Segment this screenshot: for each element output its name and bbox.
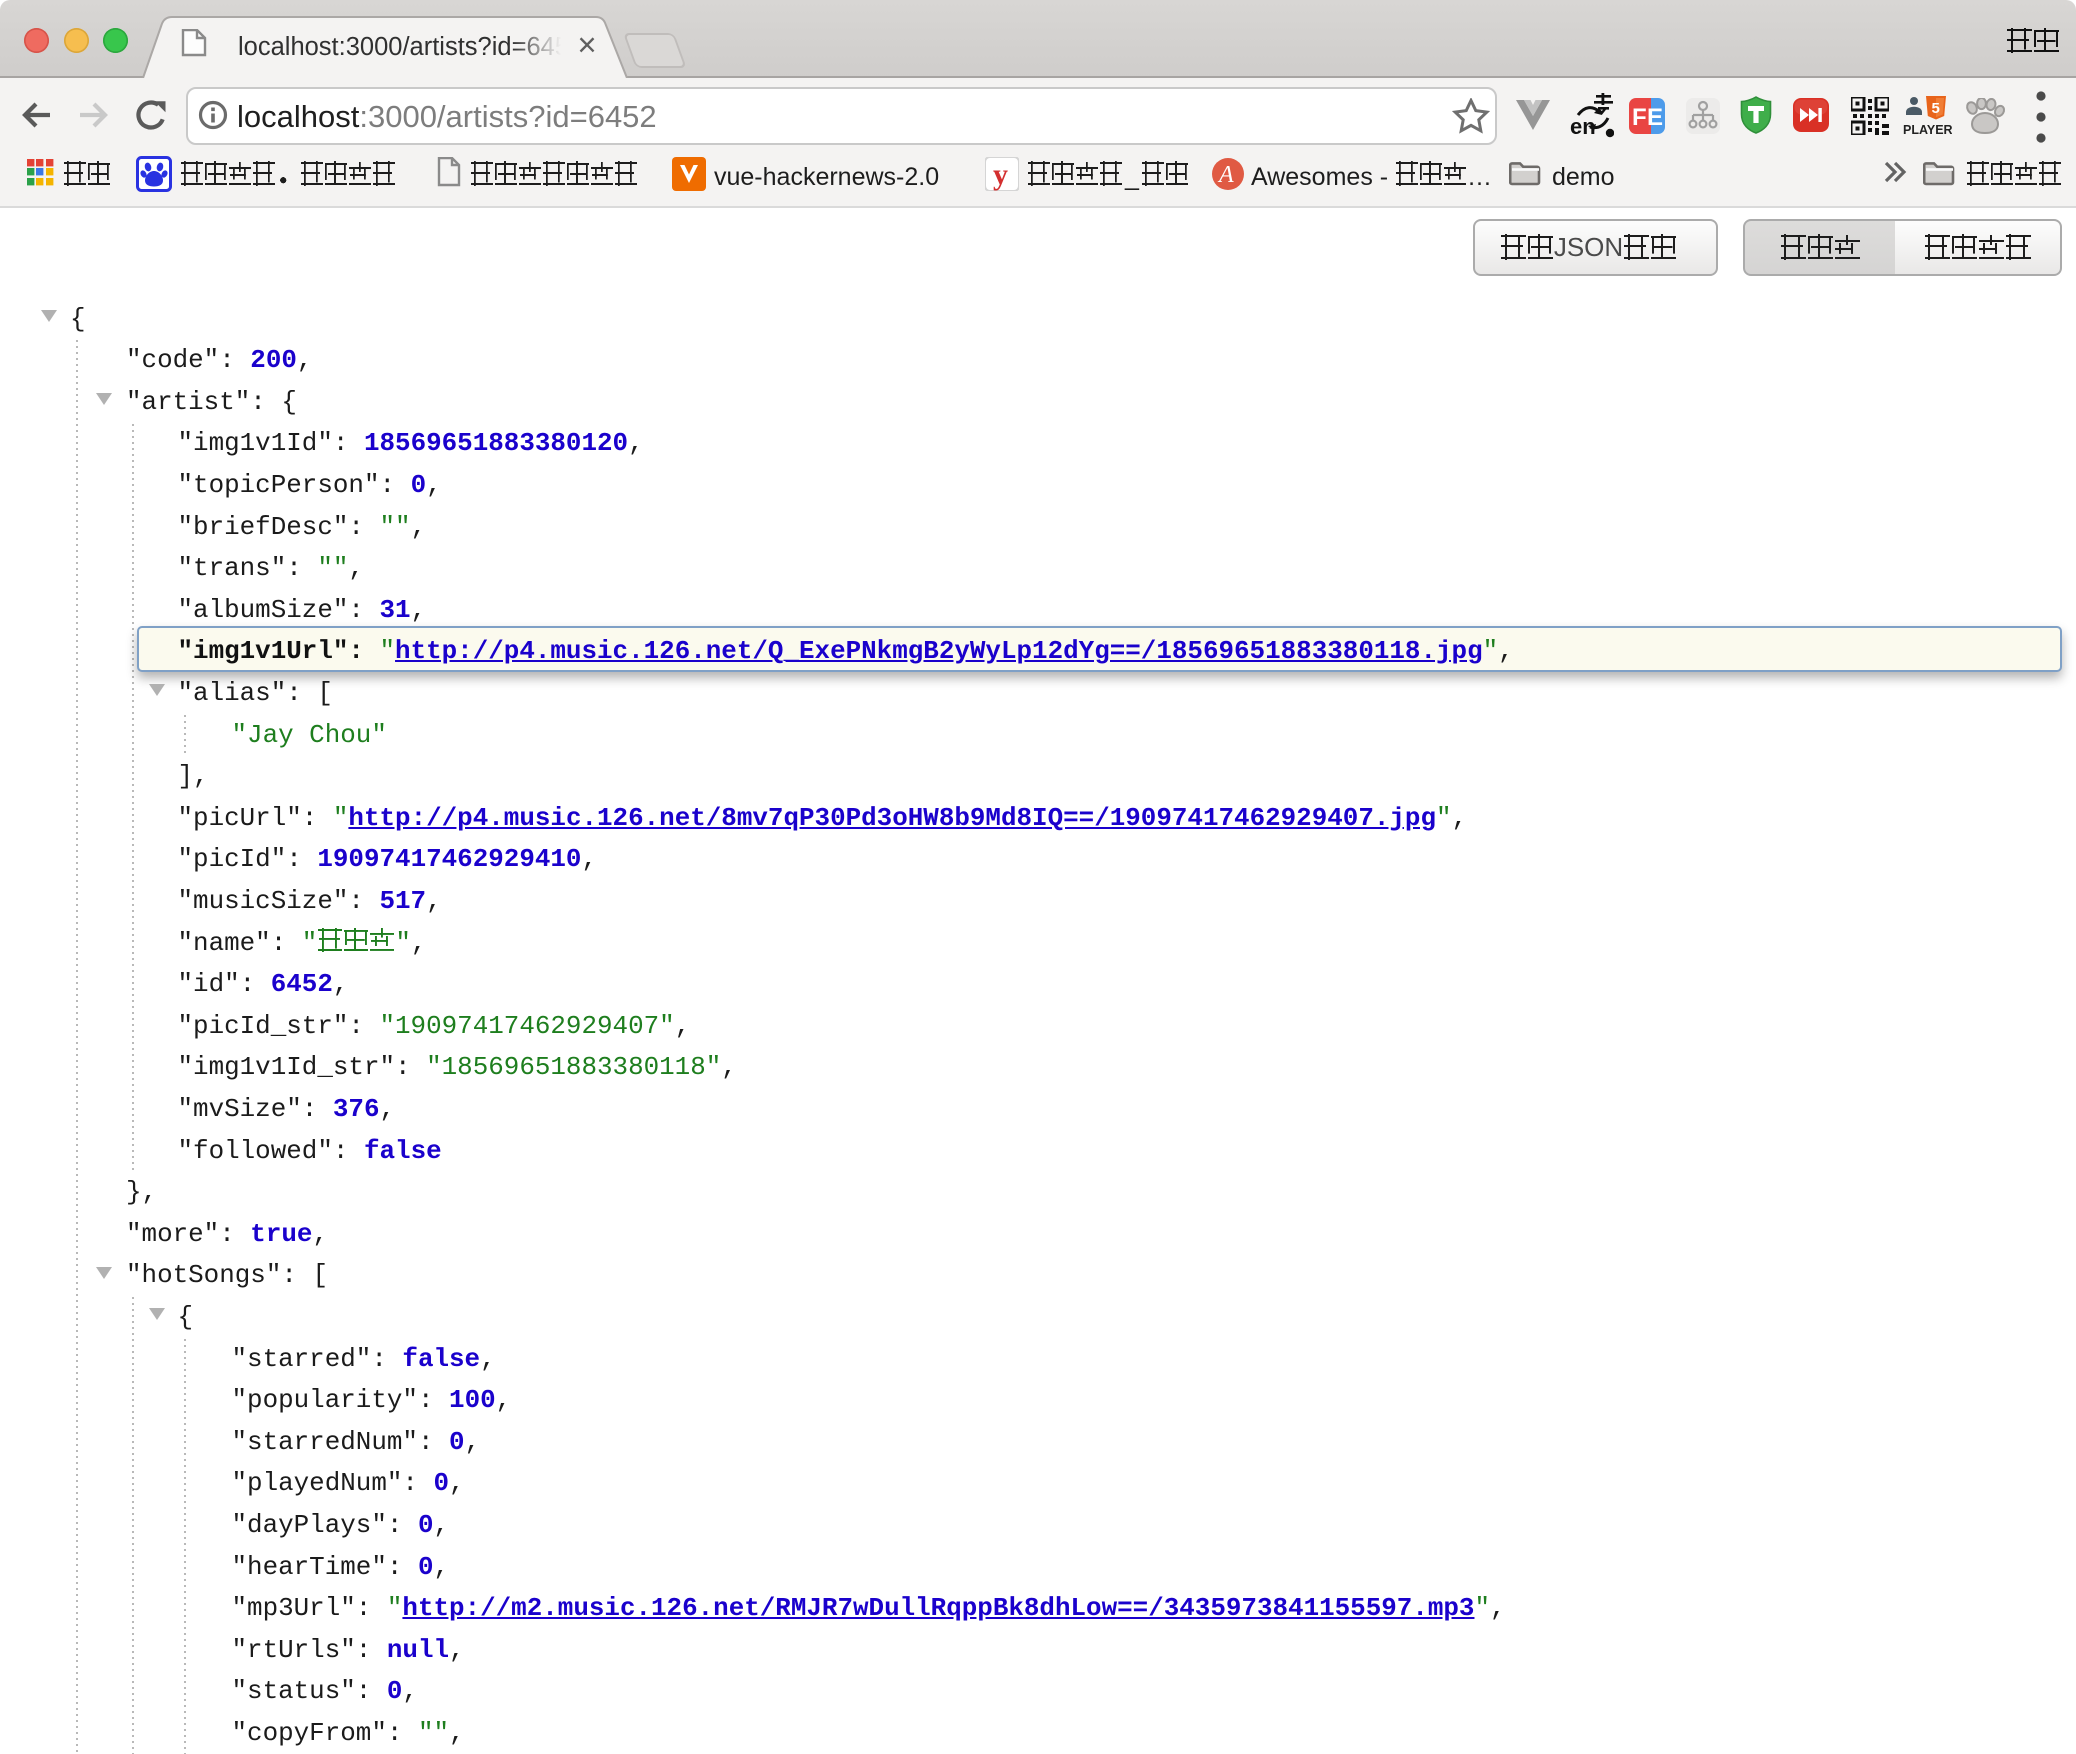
svg-text:y: y	[993, 158, 1008, 191]
svg-text:A: A	[1217, 162, 1234, 188]
svg-text:5: 5	[1932, 100, 1940, 117]
svg-text:E: E	[1647, 104, 1663, 131]
svg-text:PLAYER: PLAYER	[1903, 123, 1952, 136]
svg-text:F: F	[1632, 104, 1647, 131]
